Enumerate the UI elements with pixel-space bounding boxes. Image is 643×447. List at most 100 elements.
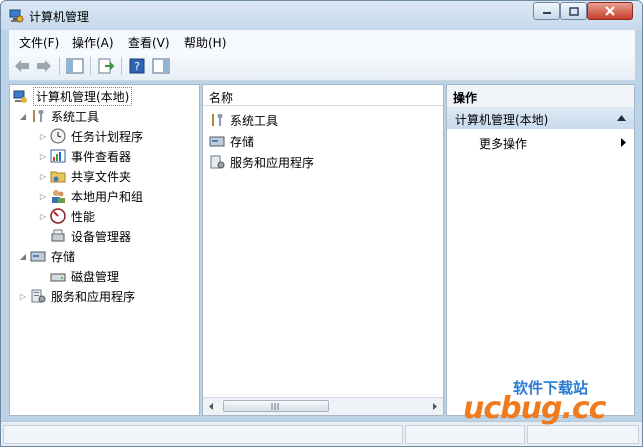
show-hide-action-pane-button[interactable] [150, 56, 172, 76]
svg-text:?: ? [134, 60, 140, 73]
title-bar: 计算机管理 [1, 1, 642, 30]
tree-item-services-apps[interactable]: ▷ 服务和应用程序 [18, 287, 135, 305]
action-pane-icon [152, 58, 170, 74]
performance-icon [50, 208, 66, 224]
list-item[interactable]: 系统工具 [209, 111, 278, 129]
menu-bar: 文件(F) 操作(A) 查看(V) 帮助(H) [9, 30, 635, 52]
tree-item-label: 共享文件夹 [71, 169, 132, 184]
toolbar-separator [121, 57, 122, 75]
collapse-icon[interactable]: ◢ [18, 111, 28, 121]
shared-folder-icon [50, 171, 66, 183]
tree-item-system-tools[interactable]: ◢ 系统工具 [18, 107, 99, 125]
tree-item-device-manager[interactable]: 设备管理器 [50, 227, 131, 245]
help-button[interactable]: ? [126, 56, 148, 76]
expand-icon[interactable]: ▷ [38, 211, 48, 221]
event-viewer-icon [50, 149, 66, 163]
submenu-arrow-icon [621, 138, 626, 147]
column-header-name[interactable]: 名称 [203, 85, 443, 106]
actions-pane: 操作 计算机管理(本地) 更多操作 [446, 84, 635, 416]
tree-item-label: 存储 [51, 249, 76, 264]
computer-management-window: 计算机管理 文件(F) 操作(A) 查看(V) 帮助(H) ? 计算机管理(本地… [0, 0, 643, 447]
console-tree-pane: 计算机管理(本地) ◢ 系统工具 ▷ 任务计划程序 ▷ 事件查看器 ▷ 共享文件… [9, 84, 200, 416]
collapse-up-icon[interactable] [617, 115, 626, 121]
more-actions-label: 更多操作 [479, 137, 528, 151]
tree-item-shared-folders[interactable]: ▷ 共享文件夹 [38, 167, 131, 185]
list-item-label: 系统工具 [230, 113, 279, 128]
tree-item-root[interactable]: 计算机管理(本地) [12, 86, 133, 106]
list-item[interactable]: 服务和应用程序 [209, 153, 314, 171]
back-arrow-icon [15, 60, 29, 72]
expand-icon[interactable]: ▷ [38, 151, 48, 161]
watermark: 软件下载站 ucbug.cc [463, 373, 642, 433]
toolbar-separator [59, 57, 60, 75]
maximize-button[interactable] [560, 2, 587, 20]
actions-header: 操作 [447, 85, 634, 108]
horizontal-scrollbar[interactable] [203, 397, 443, 415]
back-button[interactable] [11, 56, 33, 76]
column-header-label: 名称 [209, 91, 234, 105]
menu-file[interactable]: 文件(F) [19, 34, 59, 51]
tree-item-local-users[interactable]: ▷ 本地用户和组 [38, 187, 143, 205]
services-icon [210, 155, 225, 169]
tree-item-task-scheduler[interactable]: ▷ 任务计划程序 [38, 127, 143, 145]
menu-view[interactable]: 查看(V) [128, 34, 170, 51]
device-manager-icon [51, 229, 65, 242]
tools-icon [33, 110, 44, 122]
console-tree-icon [66, 58, 84, 74]
tree-item-disk-management[interactable]: 磁盘管理 [50, 267, 119, 285]
scroll-left-icon[interactable] [207, 402, 215, 411]
watermark-brand: ucbug.cc [463, 391, 606, 426]
status-segment [3, 425, 403, 444]
expand-icon[interactable]: ▷ [38, 131, 48, 141]
tree-item-label: 计算机管理(本地) [33, 86, 133, 106]
tree-item-label: 设备管理器 [71, 229, 132, 244]
expand-icon[interactable]: ▷ [38, 171, 48, 181]
storage-icon [209, 136, 225, 147]
minimize-icon [542, 12, 551, 14]
scroll-right-icon[interactable] [431, 402, 439, 411]
actions-section-computer-management[interactable]: 计算机管理(本地) [447, 107, 634, 129]
close-icon [605, 6, 615, 16]
list-item-label: 服务和应用程序 [230, 155, 315, 170]
menu-help[interactable]: 帮助(H) [184, 34, 226, 51]
forward-arrow-icon [37, 60, 51, 72]
tree-item-label: 磁盘管理 [71, 269, 120, 284]
more-actions-item[interactable]: 更多操作 [479, 135, 527, 152]
show-hide-console-tree-button[interactable] [64, 56, 86, 76]
export-list-button[interactable] [95, 56, 117, 76]
expand-icon[interactable]: ▷ [18, 291, 28, 301]
disk-icon [50, 273, 66, 282]
tree-item-event-viewer[interactable]: ▷ 事件查看器 [38, 147, 131, 165]
scrollbar-thumb[interactable] [223, 400, 329, 412]
help-icon: ? [129, 58, 145, 74]
toolbar: ? [9, 52, 635, 81]
actions-header-label: 操作 [453, 91, 478, 105]
tree-item-performance[interactable]: ▷ 性能 [38, 207, 95, 225]
tree-item-label: 事件查看器 [71, 149, 132, 164]
forward-button[interactable] [33, 56, 55, 76]
users-icon [52, 190, 65, 203]
minimize-button[interactable] [533, 2, 560, 20]
tree-item-storage[interactable]: ◢ 存储 [18, 247, 75, 265]
window-title: 计算机管理 [29, 10, 90, 24]
tree-item-label: 本地用户和组 [71, 189, 144, 204]
list-item-label: 存储 [230, 134, 255, 149]
menu-action[interactable]: 操作(A) [72, 34, 114, 51]
toolbar-separator [90, 57, 91, 75]
list-item[interactable]: 存储 [209, 132, 254, 150]
grip-icon [271, 403, 279, 410]
storage-icon [30, 251, 46, 262]
clock-icon [50, 128, 66, 144]
computer-management-icon [13, 90, 27, 103]
collapse-icon[interactable]: ◢ [18, 251, 28, 261]
actions-section-label: 计算机管理(本地) [455, 113, 549, 127]
tree-item-label: 服务和应用程序 [51, 289, 136, 304]
expand-icon[interactable]: ▷ [38, 191, 48, 201]
tools-icon [212, 114, 223, 126]
computer-management-icon [9, 9, 24, 23]
tree-item-label: 性能 [71, 209, 96, 224]
tree-item-label: 系统工具 [51, 109, 100, 124]
results-pane: 名称 系统工具 存储 服务和应用程序 [202, 84, 444, 416]
export-list-icon [98, 58, 115, 74]
close-button[interactable] [587, 2, 633, 20]
